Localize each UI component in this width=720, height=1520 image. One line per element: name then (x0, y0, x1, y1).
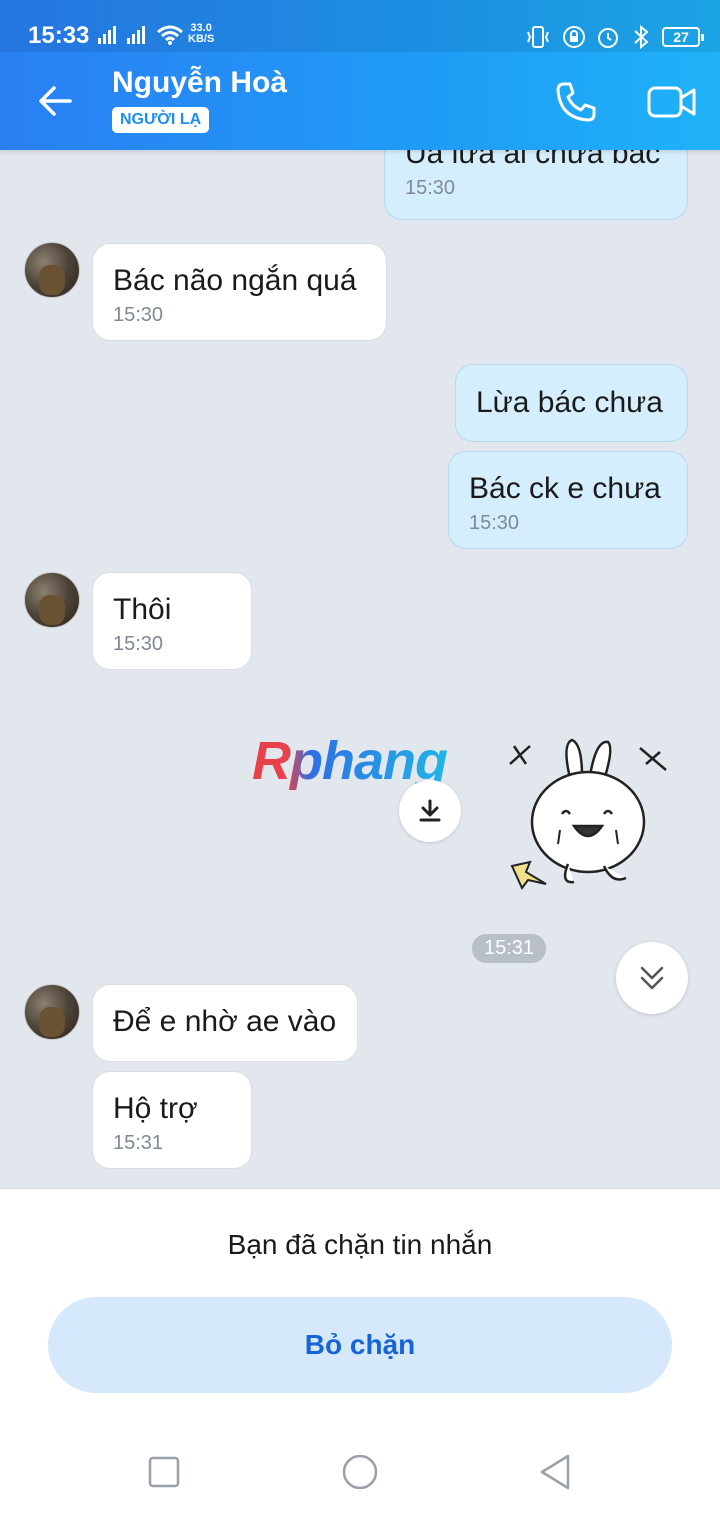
unblock-button[interactable]: Bỏ chặn (48, 1297, 672, 1393)
video-camera-icon[interactable] (646, 80, 698, 124)
chat-area[interactable]: Ủa lừa ai chưa bác 15:30 Bác não ngắn qu… (0, 150, 720, 1188)
blocked-message: Bạn đã chặn tin nhắn (227, 1229, 493, 1260)
message-bubble-out[interactable]: Bác ck e chưa 15:30 (448, 451, 688, 549)
wifi-icon (157, 25, 183, 45)
message-time: 15:30 (469, 512, 520, 534)
scroll-down-button[interactable] (616, 942, 688, 1014)
status-time: 15:33 (28, 22, 90, 49)
message-text: Để e nhờ ae vào (113, 1005, 337, 1038)
avatar[interactable] (24, 984, 80, 1040)
bluetooth-icon (634, 24, 649, 50)
message-bubble-in[interactable]: Thôi 15:30 (92, 572, 252, 670)
signal-icon (98, 26, 118, 44)
app-header-area: 15:33 33.0 KB/S 27 Nguyễn Hoà NGƯỜI LẠ (0, 0, 720, 150)
alarm-icon (598, 28, 618, 48)
message-bubble-out[interactable]: Ủa lừa ai chưa bác 15:30 (384, 150, 688, 220)
triangle-back-icon[interactable] (536, 1452, 576, 1492)
system-nav-bar (0, 1418, 720, 1520)
status-icons: 27 (524, 22, 704, 52)
message-bubble-in[interactable]: Hộ trợ 15:31 (92, 1071, 252, 1169)
stranger-badge: NGƯỜI LẠ (112, 107, 210, 133)
double-chevron-down-icon (640, 966, 664, 990)
message-text: Lừa bác chưa (476, 386, 663, 419)
battery-indicator: 27 (662, 27, 704, 47)
net-speed: 33.0 KB/S (188, 23, 214, 45)
avatar[interactable] (24, 572, 80, 628)
message-text: Hộ trợ (113, 1092, 198, 1125)
phone-icon[interactable] (552, 78, 600, 126)
message-bubble-in[interactable]: Bác não ngắn quá 15:30 (92, 243, 387, 341)
status-bar: 15:33 33.0 KB/S 27 (0, 0, 720, 52)
lock-rotation-icon (563, 26, 585, 48)
blocked-panel: Bạn đã chặn tin nhắn Bỏ chặn (0, 1188, 720, 1418)
message-text: Bác ck e chưa (469, 472, 661, 505)
vibrate-icon (527, 26, 549, 48)
message-bubble-in[interactable]: Để e nhờ ae vào (92, 984, 358, 1062)
message-time: 15:31 (113, 1132, 164, 1154)
message-time: 15:30 (113, 633, 164, 655)
bunny-sticker[interactable] (500, 734, 680, 894)
contact-name[interactable]: Nguyễn Hoà (112, 66, 287, 100)
message-text: Thôi (113, 593, 172, 626)
message-text: Ủa lừa ai chưa bác (405, 150, 661, 170)
download-button[interactable] (399, 780, 461, 842)
time-separator: 15:31 (472, 934, 547, 963)
circle-icon[interactable] (340, 1452, 380, 1492)
message-bubble-out[interactable]: Lừa bác chưa (455, 364, 688, 442)
message-text: Bác não ngắn quá (113, 264, 357, 297)
avatar[interactable] (24, 242, 80, 298)
arrow-left-icon[interactable] (34, 80, 76, 122)
square-icon[interactable] (144, 1452, 184, 1492)
net-speed-unit: KB/S (188, 33, 215, 45)
message-time: 15:30 (405, 177, 456, 199)
message-time: 15:30 (113, 304, 164, 326)
download-icon (419, 799, 441, 822)
chat-header: Nguyễn Hoà NGƯỜI LẠ (0, 52, 720, 150)
signal-icon-2 (127, 26, 147, 44)
